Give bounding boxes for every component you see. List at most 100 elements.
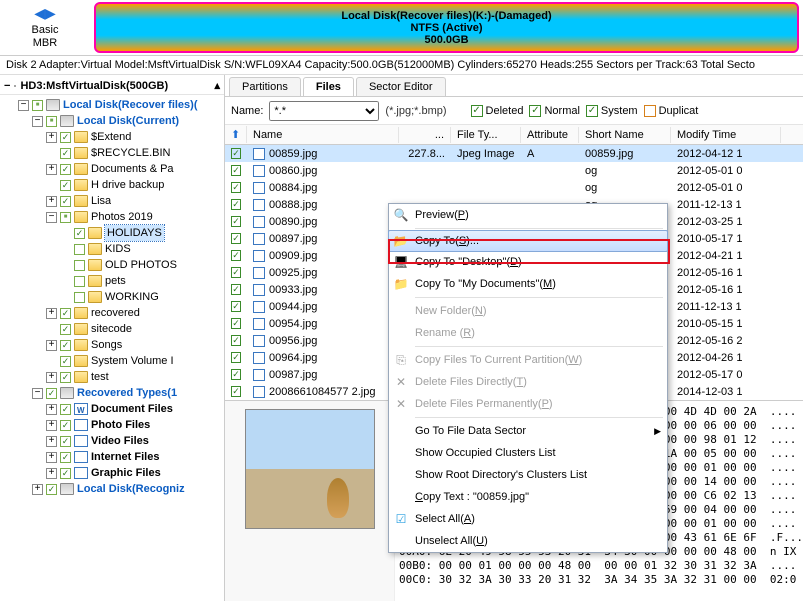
expand-icon[interactable]: + bbox=[46, 372, 57, 383]
filter-deleted[interactable]: Deleted bbox=[471, 105, 524, 117]
checkbox[interactable] bbox=[60, 452, 71, 463]
col-name[interactable]: Name bbox=[247, 127, 399, 143]
row-checkbox[interactable] bbox=[225, 301, 247, 312]
tab-files[interactable]: Files bbox=[303, 77, 354, 96]
menu-copy-docs[interactable]: 📁Copy To "My Documents"(M) bbox=[389, 273, 667, 295]
tree-node[interactable]: H drive backup bbox=[4, 177, 224, 193]
checkbox[interactable] bbox=[74, 276, 85, 287]
row-checkbox[interactable] bbox=[225, 250, 247, 261]
checkbox[interactable] bbox=[74, 260, 85, 271]
checkbox[interactable] bbox=[60, 148, 71, 159]
checkbox[interactable] bbox=[60, 212, 71, 223]
checkbox[interactable] bbox=[60, 436, 71, 447]
menu-copy-to[interactable]: 📂Copy To(S)... bbox=[388, 230, 668, 252]
expand-icon[interactable]: + bbox=[32, 484, 43, 495]
expand-icon[interactable]: − bbox=[32, 116, 43, 127]
tree-node[interactable]: +Songs bbox=[4, 337, 224, 353]
checkbox[interactable] bbox=[74, 292, 85, 303]
checkbox[interactable] bbox=[32, 100, 43, 111]
file-row[interactable]: 00884.jpgog2012-05-01 0 bbox=[225, 179, 803, 196]
row-checkbox[interactable] bbox=[225, 335, 247, 346]
row-checkbox[interactable] bbox=[225, 369, 247, 380]
tree-node[interactable]: System Volume I bbox=[4, 353, 224, 369]
disk-banner[interactable]: Local Disk(Recover files)(K:)-(Damaged) … bbox=[94, 2, 799, 53]
tree-node[interactable]: +recovered bbox=[4, 305, 224, 321]
file-row[interactable]: 00859.jpg227.8...Jpeg ImageA00859.jpg201… bbox=[225, 145, 803, 162]
tree-node[interactable]: sitecode bbox=[4, 321, 224, 337]
col-short[interactable]: Short Name bbox=[579, 127, 671, 143]
filter-duplicate[interactable]: Duplicat bbox=[644, 105, 699, 117]
expand-icon[interactable]: − bbox=[46, 212, 57, 223]
row-checkbox[interactable] bbox=[225, 148, 247, 159]
expand-icon[interactable]: + bbox=[46, 452, 57, 463]
row-checkbox[interactable] bbox=[225, 318, 247, 329]
checkbox[interactable] bbox=[60, 372, 71, 383]
col-modify[interactable]: Modify Time bbox=[671, 127, 781, 143]
name-pattern-select[interactable]: *.* bbox=[269, 101, 379, 121]
checkbox[interactable] bbox=[60, 180, 71, 191]
expand-icon[interactable]: + bbox=[46, 308, 57, 319]
checkbox[interactable] bbox=[60, 468, 71, 479]
tab-partitions[interactable]: Partitions bbox=[229, 77, 301, 96]
tree-node[interactable]: +test bbox=[4, 369, 224, 385]
toggle-up-icon[interactable]: ⬆ bbox=[225, 126, 247, 143]
tree-node[interactable]: WORKING bbox=[4, 289, 224, 305]
checkbox[interactable] bbox=[60, 132, 71, 143]
expand-icon[interactable]: + bbox=[46, 436, 57, 447]
expand-icon[interactable]: + bbox=[46, 404, 57, 415]
tree-node[interactable]: OLD PHOTOS bbox=[4, 257, 224, 273]
checkbox[interactable] bbox=[46, 116, 57, 127]
tree-node[interactable]: +Document Files bbox=[4, 401, 224, 417]
expand-icon[interactable]: + bbox=[46, 340, 57, 351]
tree-node[interactable]: KIDS bbox=[4, 241, 224, 257]
checkbox[interactable] bbox=[60, 196, 71, 207]
menu-copy-text[interactable]: Copy Text : "00859.jpg" bbox=[389, 486, 667, 508]
checkbox[interactable] bbox=[74, 244, 85, 255]
expand-icon[interactable]: − bbox=[4, 80, 10, 92]
row-checkbox[interactable] bbox=[225, 267, 247, 278]
menu-occupied-clusters[interactable]: Show Occupied Clusters List bbox=[389, 442, 667, 464]
expand-icon[interactable]: − bbox=[32, 388, 43, 399]
tree-node[interactable]: −Photos 2019 bbox=[4, 209, 224, 225]
row-checkbox[interactable] bbox=[225, 352, 247, 363]
menu-copy-desktop[interactable]: 🖥Copy To "Desktop"(D) bbox=[389, 251, 667, 273]
row-checkbox[interactable] bbox=[225, 233, 247, 244]
checkbox[interactable] bbox=[60, 340, 71, 351]
col-type[interactable]: File Ty... bbox=[451, 127, 521, 143]
tree-node[interactable]: +Local Disk(Recogniz bbox=[4, 481, 224, 497]
tree-node[interactable]: +Photo Files bbox=[4, 417, 224, 433]
tree-node[interactable]: −Local Disk(Current) bbox=[4, 113, 224, 129]
col-size[interactable]: ... bbox=[399, 127, 451, 143]
col-attr[interactable]: Attribute bbox=[521, 127, 579, 143]
tree-node[interactable]: pets bbox=[4, 273, 224, 289]
tree-node[interactable]: +Internet Files bbox=[4, 449, 224, 465]
checkbox[interactable] bbox=[74, 228, 85, 239]
expand-icon[interactable]: + bbox=[46, 164, 57, 175]
row-checkbox[interactable] bbox=[225, 386, 247, 397]
checkbox[interactable] bbox=[46, 388, 57, 399]
checkbox[interactable] bbox=[60, 164, 71, 175]
row-checkbox[interactable] bbox=[225, 284, 247, 295]
menu-select-all[interactable]: ☑Select All(A) bbox=[389, 508, 667, 530]
expand-icon[interactable]: + bbox=[46, 196, 57, 207]
tree-node[interactable]: $RECYCLE.BIN bbox=[4, 145, 224, 161]
row-checkbox[interactable] bbox=[225, 199, 247, 210]
row-checkbox[interactable] bbox=[225, 165, 247, 176]
menu-root-clusters[interactable]: Show Root Directory's Clusters List bbox=[389, 464, 667, 486]
file-row[interactable]: 00860.jpgog2012-05-01 0 bbox=[225, 162, 803, 179]
tree-node[interactable]: +Graphic Files bbox=[4, 465, 224, 481]
checkbox[interactable] bbox=[60, 308, 71, 319]
basic-mbr-button[interactable]: ◀▶ BasicMBR bbox=[0, 0, 90, 55]
tree-node[interactable]: +Documents & Pa bbox=[4, 161, 224, 177]
row-checkbox[interactable] bbox=[225, 216, 247, 227]
checkbox[interactable] bbox=[60, 356, 71, 367]
tab-sector-editor[interactable]: Sector Editor bbox=[356, 77, 446, 96]
tree-node[interactable]: +Video Files bbox=[4, 433, 224, 449]
menu-preview[interactable]: 🔍Preview(P) bbox=[389, 204, 667, 226]
expand-icon[interactable]: − bbox=[18, 100, 29, 111]
checkbox[interactable] bbox=[60, 420, 71, 431]
expand-icon[interactable]: + bbox=[46, 132, 57, 143]
row-checkbox[interactable] bbox=[225, 182, 247, 193]
filter-normal[interactable]: Normal bbox=[529, 105, 579, 117]
tree-header[interactable]: − HD3:MsftVirtualDisk(500GB) ▴ bbox=[0, 77, 224, 95]
